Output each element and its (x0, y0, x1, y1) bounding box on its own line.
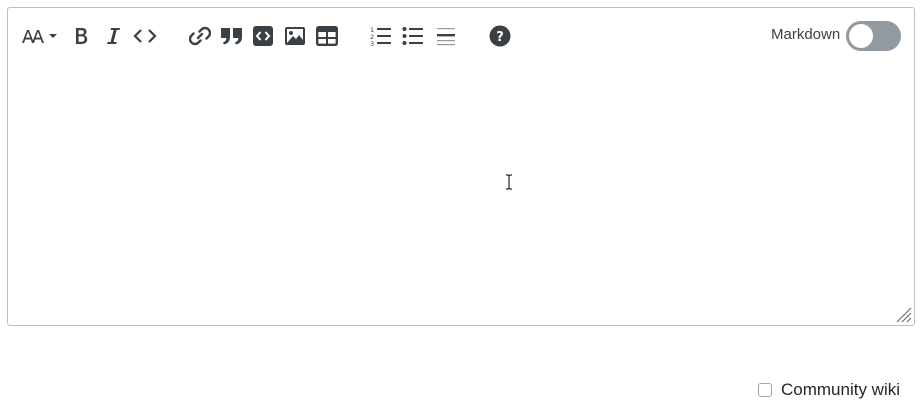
community-wiki-label[interactable]: Community wiki (781, 380, 900, 400)
markdown-toggle[interactable] (846, 21, 901, 51)
image-button[interactable] (283, 24, 307, 48)
editor-textarea[interactable] (8, 64, 914, 325)
bold-icon (76, 28, 88, 44)
svg-text:3: 3 (370, 40, 374, 47)
svg-text:?: ? (496, 30, 504, 45)
heading-icon (22, 30, 57, 43)
horizontal-rule-button[interactable] (434, 24, 458, 48)
link-button[interactable] (188, 24, 212, 48)
resize-handle-icon[interactable] (894, 305, 912, 323)
editor-toolbar: 1 2 3 ? Markdown (8, 8, 914, 64)
ordered-list-button[interactable]: 1 2 3 (369, 24, 393, 48)
code-icon (133, 29, 157, 43)
text-cursor-icon (506, 174, 512, 190)
code-block-button[interactable] (251, 24, 275, 48)
bullet-list-button[interactable] (401, 24, 425, 48)
community-wiki-option: Community wiki (758, 380, 900, 400)
help-button[interactable]: ? (488, 24, 512, 48)
blockquote-button[interactable] (220, 24, 244, 48)
horizontal-rule-icon (437, 28, 455, 46)
help-icon: ? (489, 25, 511, 47)
italic-button[interactable] (103, 24, 123, 48)
table-icon (316, 26, 338, 46)
editor: 1 2 3 ? Markdown (7, 7, 915, 326)
markdown-toggle-label: Markdown (771, 26, 841, 43)
heading-button[interactable] (21, 24, 61, 48)
toggle-knob (849, 24, 873, 48)
bullet-list-icon (402, 27, 423, 45)
bold-button[interactable] (71, 24, 91, 48)
blockquote-icon (221, 28, 242, 45)
code-button[interactable] (133, 24, 157, 48)
ordered-list-icon: 1 2 3 (370, 26, 391, 47)
link-icon (189, 26, 211, 46)
italic-icon (107, 28, 120, 44)
code-block-icon (253, 26, 273, 46)
table-button[interactable] (315, 24, 339, 48)
image-icon (285, 27, 305, 45)
community-wiki-checkbox[interactable] (758, 383, 772, 397)
